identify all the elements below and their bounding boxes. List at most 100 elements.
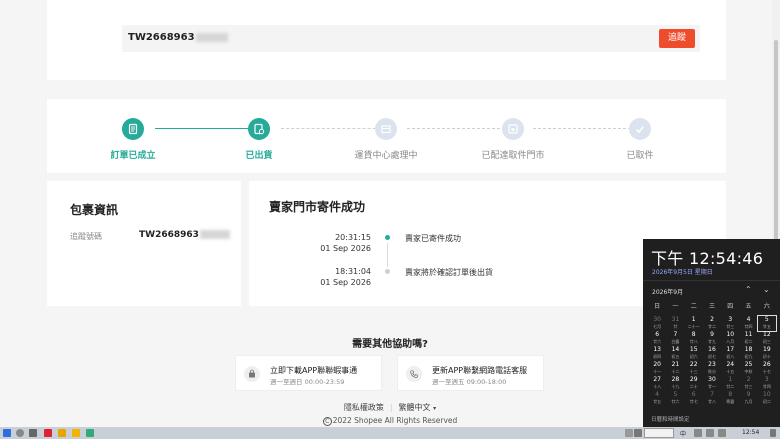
search-icon[interactable] xyxy=(16,429,24,437)
shipping-progress-card: 訂單已成立 已出貨 運貨中心處理中 已配達取件門市 已取件 xyxy=(47,99,726,173)
calendar-day[interactable]: 3 廿四 xyxy=(758,376,776,391)
calendar-day[interactable]: 26 十七 xyxy=(758,361,776,376)
calendar-week: 20 十一 21 十二 22 十三 23 秋分 24 十五 25 中秋 26 十七 xyxy=(648,361,776,376)
step-label: 運貨中心處理中 xyxy=(354,151,418,161)
calendar-day[interactable]: 28 十九 xyxy=(666,376,684,391)
calendar-day[interactable]: 1 二十一 xyxy=(685,316,703,331)
step-label: 已出貨 xyxy=(245,151,273,161)
phone-support-card[interactable]: 更新APP聯繫網路電話客服 週一至週五 09:00-18:00 xyxy=(397,355,544,391)
help-card-hours: 週一至週日 00:00-23:59 xyxy=(270,378,345,386)
clock-date[interactable]: 2026年9月5日 星期日 xyxy=(652,267,713,276)
tracking-search-box[interactable]: TW2668963 追蹤 xyxy=(122,25,700,52)
calendar-week: 4 廿五 5 廿六 6 廿七 7 廿八 8 寒露 9 九月 10 初二 xyxy=(648,391,776,406)
app-icon[interactable] xyxy=(86,429,94,437)
calendar-day[interactable]: 23 秋分 xyxy=(703,361,721,376)
calendar-day[interactable]: 5 廿六 xyxy=(666,391,684,406)
calendar-day[interactable]: 19 初十 xyxy=(758,346,776,361)
folder-icon[interactable] xyxy=(58,429,66,437)
tray-icon[interactable] xyxy=(625,429,633,437)
calendar-day[interactable]: 18 初九 xyxy=(739,346,757,361)
app-icon[interactable] xyxy=(44,429,52,437)
track-button[interactable]: 追蹤 xyxy=(659,29,695,48)
battery-icon[interactable] xyxy=(718,429,726,437)
calendar-day[interactable]: 8 廿八 xyxy=(685,331,703,346)
step-arrived-store: 已配達取件門市 xyxy=(468,118,558,161)
timeline-dot xyxy=(385,235,390,240)
calendar-day[interactable]: 20 十一 xyxy=(648,361,666,376)
calendar-day[interactable]: 6 廿七 xyxy=(685,391,703,406)
step-processing: 運貨中心處理中 xyxy=(341,118,431,161)
calendar-day[interactable]: 5 廿五 xyxy=(756,315,777,332)
calendar-day[interactable]: 13 初四 xyxy=(648,346,666,361)
calendar-day[interactable]: 31 廿 xyxy=(666,316,684,331)
chevron-down-icon[interactable]: ⌄ xyxy=(763,285,770,294)
chevron-up-icon[interactable]: ⌃ xyxy=(745,285,752,294)
step-picked-up: 已取件 xyxy=(595,118,685,161)
calendar-day[interactable]: 12 初三 xyxy=(758,331,776,346)
calendar-day[interactable]: 21 十二 xyxy=(666,361,684,376)
taskbar-clock[interactable]: 12:54 xyxy=(742,429,759,436)
calendar-day[interactable]: 22 十三 xyxy=(685,361,703,376)
privacy-policy-link[interactable]: 隱私權政策 xyxy=(344,403,384,412)
calendar-day[interactable]: 1 廿二 xyxy=(721,376,739,391)
app-icon[interactable] xyxy=(72,429,80,437)
start-icon[interactable] xyxy=(3,429,11,437)
task-view-icon[interactable] xyxy=(29,429,37,437)
help-card-title: 立即下載APP聯聯蝦事通 xyxy=(270,366,358,375)
calendar-day[interactable]: 11 初二 xyxy=(739,331,757,346)
calendar-day[interactable]: 10 初二 xyxy=(758,391,776,406)
warehouse-icon xyxy=(375,118,397,140)
calendar-day[interactable]: 7 白露 xyxy=(666,331,684,346)
volume-icon[interactable] xyxy=(706,429,714,437)
calendar-day[interactable]: 8 寒露 xyxy=(721,391,739,406)
help-card-hours: 週一至週五 09:00-18:00 xyxy=(432,378,507,386)
calendar-day[interactable]: 29 二十 xyxy=(685,376,703,391)
calendar-day[interactable]: 6 廿六 xyxy=(648,331,666,346)
status-title: 賣家門市寄件成功 xyxy=(269,200,366,214)
tracking-input-value[interactable]: TW2668963 xyxy=(128,32,228,43)
calendar-day[interactable]: 4 廿五 xyxy=(648,391,666,406)
calendar-day[interactable]: 25 中秋 xyxy=(739,361,757,376)
calendar-day[interactable]: 30 七月 xyxy=(648,316,666,331)
event-description: 賣家將於確認訂單後出貨 xyxy=(405,268,493,277)
event-datetime: 20:31:15 01 Sep 2026 xyxy=(320,233,371,253)
copyright-icon: C xyxy=(322,417,332,426)
calendar-day[interactable]: 2 廿二 xyxy=(703,316,721,331)
receipt-icon xyxy=(122,118,144,140)
timeline-dot xyxy=(385,269,390,274)
calendar-day[interactable]: 30 廿一 xyxy=(703,376,721,391)
package-info-card: 包裹資訊 追蹤號碼 TW2668963 xyxy=(47,181,241,306)
redacted-blur xyxy=(195,32,228,42)
caret-down-icon: ▾ xyxy=(433,405,437,412)
calendar-day[interactable]: 24 十五 xyxy=(721,361,739,376)
calendar-day[interactable]: 3 廿三 xyxy=(721,316,739,331)
calendar-day[interactable]: 9 九月 xyxy=(739,391,757,406)
calendar-day[interactable]: 10 八月 xyxy=(721,331,739,346)
tracking-number-value: TW2668963 xyxy=(139,230,230,240)
taskbar-input-box[interactable] xyxy=(644,428,674,438)
download-app-card[interactable]: 立即下載APP聯聯蝦事通 週一至週日 00:00-23:59 xyxy=(235,355,382,391)
taskbar: 中 12:54 xyxy=(0,427,780,439)
network-icon[interactable] xyxy=(694,429,702,437)
calendar-day[interactable]: 15 初六 xyxy=(685,346,703,361)
ime-indicator[interactable]: 中 xyxy=(680,429,686,438)
language-selector[interactable]: 繁體中文 ▾ xyxy=(399,403,437,412)
calendar-day[interactable]: 27 十八 xyxy=(648,376,666,391)
check-icon xyxy=(629,118,651,140)
tracking-number-label: 追蹤號碼 xyxy=(70,232,102,241)
calendar-day[interactable]: 14 初五 xyxy=(666,346,684,361)
calendar-week: 6 廿六 7 白露 8 廿八 9 廿九 10 八月 11 初二 12 初三 xyxy=(648,331,776,346)
calendar-day[interactable]: 9 廿九 xyxy=(703,331,721,346)
calendar-day[interactable]: 17 初八 xyxy=(721,346,739,361)
calendar-month[interactable]: 2026年9月 xyxy=(652,287,683,296)
date-time-settings-link[interactable]: 日曆和時間設定 xyxy=(651,415,690,423)
notification-icon[interactable] xyxy=(770,429,776,437)
calendar-day[interactable]: 2 廿三 xyxy=(739,376,757,391)
calendar-day[interactable]: 16 初七 xyxy=(703,346,721,361)
tray-icon[interactable] xyxy=(634,429,642,437)
divider xyxy=(643,280,780,281)
step-label: 訂單已成立 xyxy=(110,151,156,161)
calendar-day[interactable]: 7 廿八 xyxy=(703,391,721,406)
scrollbar-thumb[interactable] xyxy=(774,40,778,240)
calendar-day[interactable]: 4 廿四 xyxy=(739,316,757,331)
